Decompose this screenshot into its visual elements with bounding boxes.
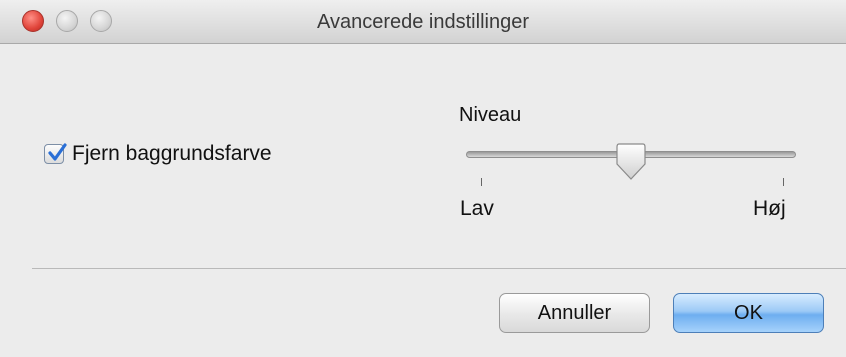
level-title: Niveau: [459, 104, 522, 126]
slider-thumb-icon: [616, 143, 646, 180]
slider-tick-high: [783, 178, 784, 186]
remove-background-checkbox[interactable]: [44, 143, 67, 164]
title-bar: Avancerede indstillinger: [0, 0, 846, 44]
slider-thumb[interactable]: [615, 142, 647, 182]
checkmark-icon: [48, 143, 67, 161]
divider: [32, 268, 846, 269]
cancel-button[interactable]: Annuller: [499, 293, 650, 333]
remove-background-label: Fjern baggrundsfarve: [72, 142, 272, 165]
level-low-label: Lav: [460, 197, 494, 220]
level-slider[interactable]: [466, 142, 798, 182]
window-title: Avancerede indstillinger: [317, 11, 529, 33]
slider-tick-low: [481, 178, 482, 186]
level-high-label: Høj: [753, 197, 786, 220]
remove-background-option[interactable]: Fjern baggrundsfarve: [44, 142, 272, 166]
ok-button[interactable]: OK: [673, 293, 824, 333]
